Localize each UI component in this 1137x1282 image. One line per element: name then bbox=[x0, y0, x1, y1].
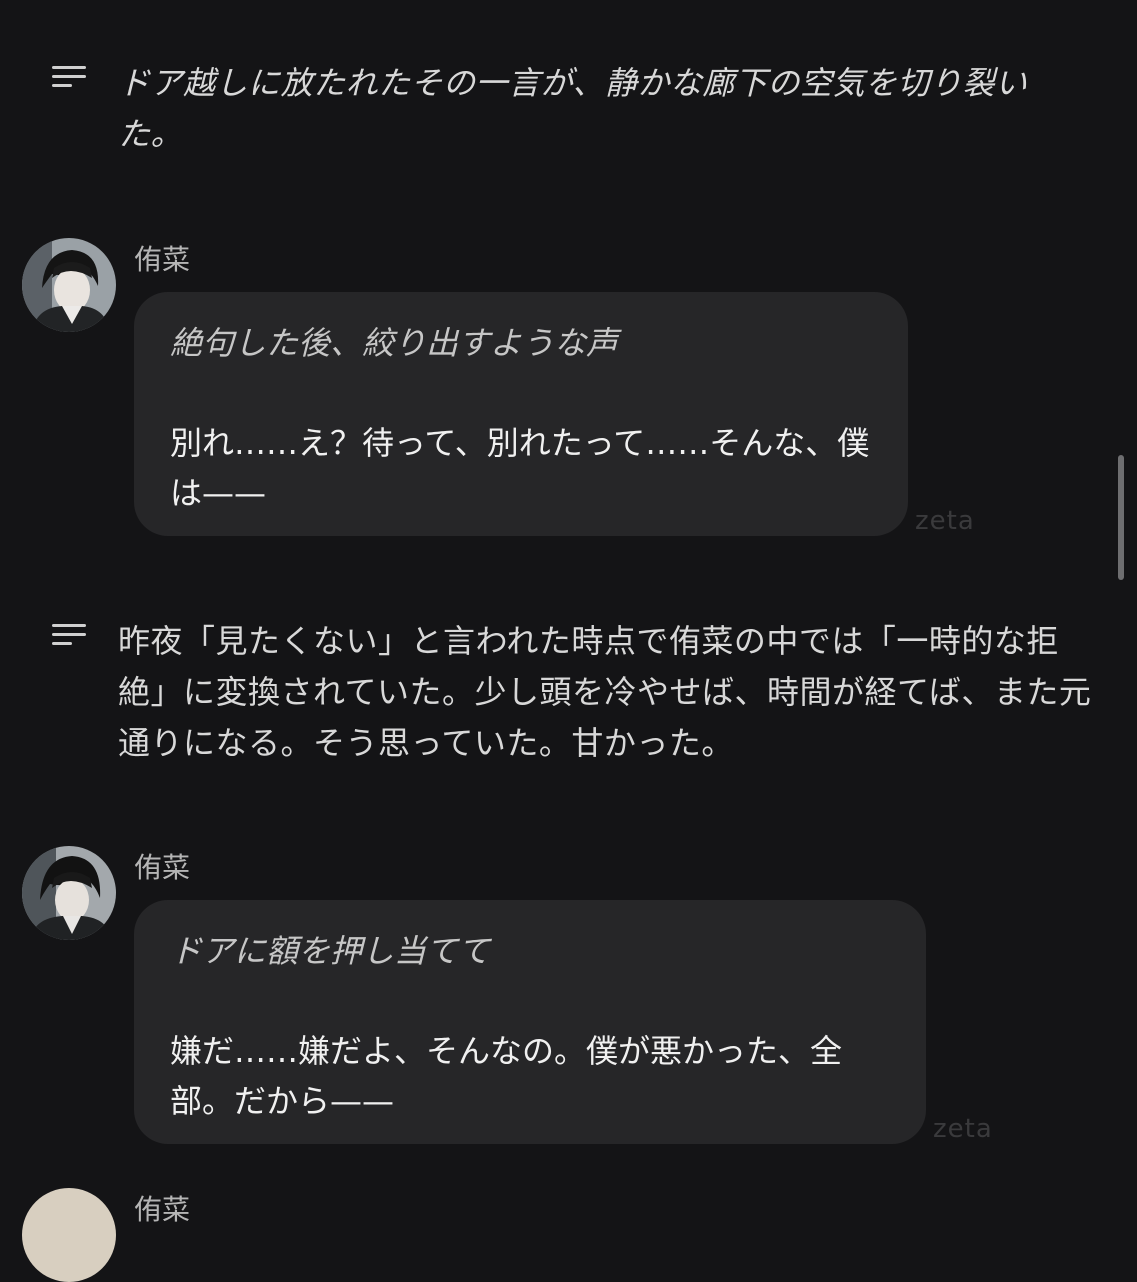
sender-name: 侑菜 bbox=[134, 243, 191, 276]
avatar[interactable] bbox=[22, 238, 116, 332]
zeta-watermark: zeta bbox=[933, 1114, 993, 1144]
action-text: 絶句した後、絞り出すような声 bbox=[170, 324, 619, 362]
avatar[interactable] bbox=[22, 846, 116, 940]
action-text: ドアに額を押し当てて bbox=[170, 932, 491, 970]
narration-text: ドア越しに放たれたその一言が、静かな廊下の空気を切り裂いた。 bbox=[118, 64, 1028, 153]
narration-block: ドア越しに放たれたその一言が、静かな廊下の空気を切り裂いた。 bbox=[52, 58, 1092, 160]
narration-lines-icon bbox=[52, 624, 86, 652]
scrollbar-thumb[interactable] bbox=[1118, 455, 1124, 580]
message-bubble[interactable]: ドアに額を押し当てて 嫌だ……嫌だよ、そんなの。僕が悪かった、全部。だから—— bbox=[134, 900, 926, 1144]
sender-name: 侑菜 bbox=[134, 851, 191, 884]
zeta-watermark: zeta bbox=[915, 506, 975, 536]
speech-text: 嫌だ……嫌だよ、そんなの。僕が悪かった、全部。だから—— bbox=[170, 1032, 843, 1120]
narration-block: 昨夜「見たくない」と言われた時点で侑菜の中では「一時的な拒絶」に変換されていた。… bbox=[52, 616, 1092, 769]
narration-lines-icon bbox=[52, 66, 86, 94]
speech-text: 別れ……え？待って、別れたって……そんな、僕は—— bbox=[170, 424, 870, 512]
sender-name: 侑菜 bbox=[134, 1193, 191, 1226]
narration-text: 昨夜「見たくない」と言われた時点で侑菜の中では「一時的な拒絶」に変換されていた。… bbox=[118, 622, 1092, 762]
message-bubble[interactable]: 絶句した後、絞り出すような声 別れ……え？待って、別れたって……そんな、僕は—— bbox=[134, 292, 908, 536]
avatar[interactable] bbox=[22, 1188, 116, 1282]
